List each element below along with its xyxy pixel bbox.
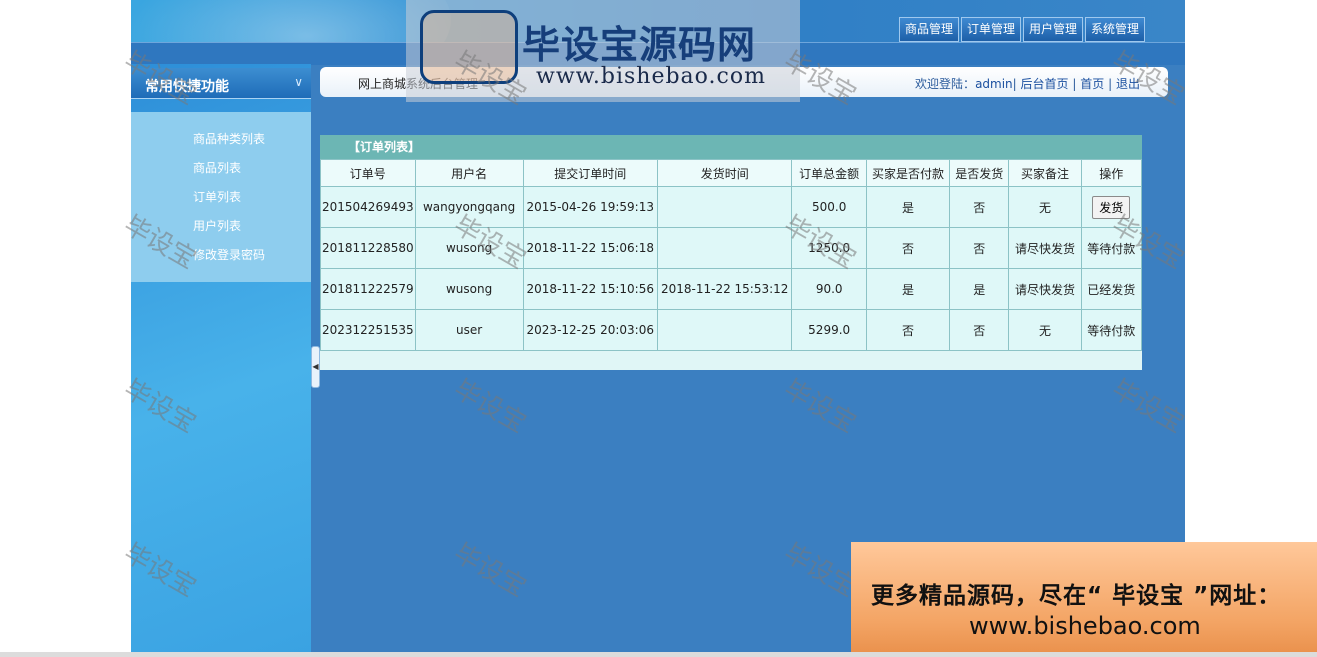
- order-no-cell: 202312251535: [320, 309, 416, 351]
- order-no-cell: 201811222579: [320, 268, 416, 310]
- header-username: 用户名: [414, 159, 524, 187]
- separator: |: [1072, 77, 1077, 91]
- sidebar: 常用快捷功能 ∨ 商品种类列表 商品列表 订单列表 用户列表 修改登录密码: [131, 64, 311, 657]
- panel-title: 【订单列表】: [320, 135, 1142, 159]
- shipped-cell: 是: [949, 268, 1010, 310]
- action-status-cell: 等待付款: [1080, 309, 1143, 351]
- header-submit-time: 提交订单时间: [522, 159, 658, 187]
- nav-product-management[interactable]: 商品管理: [898, 17, 959, 42]
- separator: |: [1108, 77, 1113, 91]
- shipped-cell: 否: [949, 186, 1010, 228]
- ship-button[interactable]: 发货: [1092, 195, 1131, 219]
- total-amount-cell: 500.0: [791, 186, 867, 228]
- welcome-bar: 欢迎登陆：admin| 后台首页 | 首页 | 退出: [915, 75, 1140, 92]
- action-cell: 发货: [1080, 186, 1143, 228]
- header-remark: 买家备注: [1008, 159, 1082, 187]
- username-cell: wangyongqang: [414, 186, 524, 228]
- username-cell: wusong: [414, 268, 524, 310]
- submit-time-cell: 2015-04-26 19:59:13: [522, 186, 658, 228]
- welcome-prefix: 欢迎登陆：: [915, 77, 976, 91]
- order-no-cell: 201811228580: [320, 227, 416, 269]
- submit-time-cell: 2018-11-22 15:06:18: [522, 227, 658, 269]
- separator: |: [1012, 77, 1017, 91]
- sidebar-item-category-list[interactable]: 商品种类列表: [193, 130, 265, 147]
- header-shipped: 是否发货: [949, 159, 1010, 187]
- table-row: 201811222579 wusong 2018-11-22 15:10:56 …: [320, 268, 1143, 310]
- sidebar-item-change-password[interactable]: 修改登录密码: [193, 246, 265, 263]
- username-cell: user: [414, 309, 524, 351]
- total-amount-cell: 1250.0: [791, 227, 867, 269]
- sidebar-item-order-list[interactable]: 订单列表: [193, 188, 241, 205]
- remark-cell: 无: [1008, 186, 1082, 228]
- header-ship-time: 发货时间: [656, 159, 793, 187]
- shipped-cell: 否: [949, 309, 1010, 351]
- header-action: 操作: [1080, 159, 1143, 187]
- logo-url: www.bishebao.com: [536, 64, 766, 89]
- sidebar-title: 常用快捷功能: [145, 79, 229, 95]
- table-row: 202312251535 user 2023-12-25 20:03:06 52…: [320, 309, 1143, 351]
- table-header-row: 订单号 用户名 提交订单时间 发货时间 订单总金额 买家是否付款 是否发货 买家…: [320, 159, 1143, 187]
- nav-user-management[interactable]: 用户管理: [1022, 17, 1083, 42]
- watermark-logo: 毕设宝源码网 www.bishebao.com: [406, 0, 800, 102]
- nav-system-management[interactable]: 系统管理: [1084, 17, 1145, 42]
- total-amount-cell: 5299.0: [791, 309, 867, 351]
- table-row: 201811228580 wusong 2018-11-22 15:06:18 …: [320, 227, 1143, 269]
- remark-cell: 请尽快发货: [1008, 227, 1082, 269]
- order-no-cell: 201504269493: [320, 186, 416, 228]
- promo-url: www.bishebao.com: [969, 612, 1201, 640]
- paid-cell: 否: [865, 227, 951, 269]
- sidebar-menu: 商品种类列表 商品列表 订单列表 用户列表 修改登录密码: [131, 112, 311, 282]
- nav-order-management[interactable]: 订单管理: [960, 17, 1021, 42]
- bottom-strip: [0, 652, 1317, 657]
- logo-name: 毕设宝源码网: [522, 23, 757, 67]
- top-navigation: 商品管理 订单管理 用户管理 系统管理: [898, 17, 1145, 42]
- ship-time-cell: 2018-11-22 15:53:12: [656, 268, 793, 310]
- submit-time-cell: 2018-11-22 15:10:56: [522, 268, 658, 310]
- banner-decoration: [131, 0, 451, 42]
- sidebar-item-user-list[interactable]: 用户列表: [193, 217, 241, 234]
- total-amount-cell: 90.0: [791, 268, 867, 310]
- promo-text: 更多精品源码，尽在“ 毕设宝 ”网址：: [871, 583, 1282, 609]
- remark-cell: 请尽快发货: [1008, 268, 1082, 310]
- action-status-cell: 等待付款: [1080, 227, 1143, 269]
- logo-seal: [420, 10, 518, 84]
- shipped-cell: 否: [949, 227, 1010, 269]
- promo-banner: 更多精品源码，尽在“ 毕设宝 ”网址： www.bishebao.com: [851, 542, 1317, 657]
- admin-home-link[interactable]: 后台首页: [1021, 77, 1069, 91]
- ship-time-cell: [656, 186, 793, 228]
- submit-time-cell: 2023-12-25 20:03:06: [522, 309, 658, 351]
- order-table: 订单号 用户名 提交订单时间 发货时间 订单总金额 买家是否付款 是否发货 买家…: [320, 159, 1143, 351]
- sidebar-item-product-list[interactable]: 商品列表: [193, 159, 241, 176]
- collapse-left-icon[interactable]: ◀: [311, 346, 320, 388]
- order-list-panel: 【订单列表】 订单号 用户名 提交订单时间 发货时间 订单总金额 买家是否付款 …: [320, 135, 1143, 370]
- paid-cell: 否: [865, 309, 951, 351]
- home-link[interactable]: 首页: [1080, 77, 1104, 91]
- chevron-down-icon[interactable]: ∨: [294, 75, 303, 89]
- table-row: 201504269493 wangyongqang 2015-04-26 19:…: [320, 186, 1143, 228]
- ship-time-cell: [656, 227, 793, 269]
- sidebar-header: 常用快捷功能 ∨: [131, 68, 311, 99]
- paid-cell: 是: [865, 186, 951, 228]
- ship-time-cell: [656, 309, 793, 351]
- username-cell: wusong: [414, 227, 524, 269]
- header-total-amount: 订单总金额: [791, 159, 867, 187]
- action-status-cell: 已经发货: [1080, 268, 1143, 310]
- header-paid: 买家是否付款: [865, 159, 951, 187]
- current-user[interactable]: admin: [975, 77, 1013, 91]
- header-order-no: 订单号: [320, 159, 416, 187]
- remark-cell: 无: [1008, 309, 1082, 351]
- logout-link[interactable]: 退出: [1116, 77, 1140, 91]
- paid-cell: 是: [865, 268, 951, 310]
